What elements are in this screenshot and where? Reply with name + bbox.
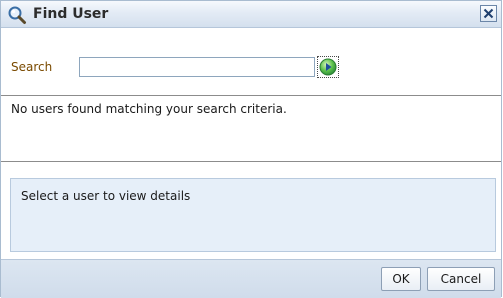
go-arrow-icon [319,58,337,76]
dialog-footer: OK Cancel [1,259,501,298]
search-label: Search [11,60,53,74]
results-message: No users found matching your search crit… [11,102,287,116]
details-message: Select a user to view details [21,189,191,203]
find-user-dialog: Find User Search No users found matching… [0,0,502,298]
dialog-titlebar[interactable]: Find User [1,1,501,28]
details-panel: Select a user to view details [10,178,496,252]
search-input[interactable] [79,57,315,77]
dialog-title: Find User [33,6,109,22]
cancel-button[interactable]: Cancel [427,267,495,291]
ok-button[interactable]: OK [381,267,421,291]
close-button[interactable] [480,5,497,22]
divider-top [1,95,501,96]
search-go-button[interactable] [317,56,339,78]
close-icon [483,8,494,19]
search-icon [7,5,27,25]
divider-bottom [1,161,501,162]
